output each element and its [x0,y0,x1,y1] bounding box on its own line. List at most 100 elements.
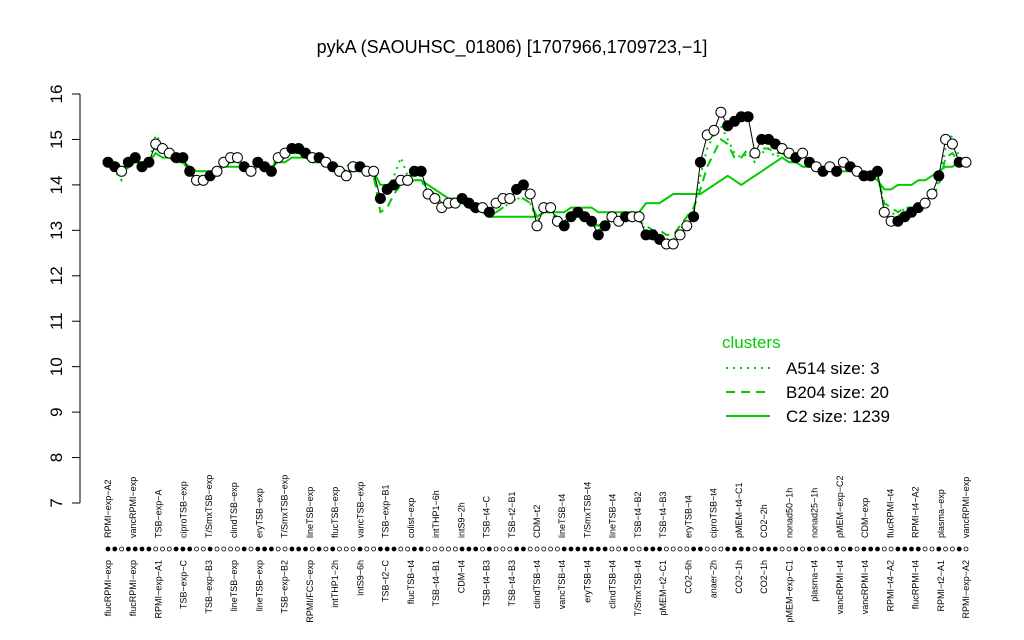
x-tick-label: T/SmxTSB−exp [204,475,214,538]
rug-mark [105,546,111,552]
y-tick-label: 15 [47,130,66,149]
data-point [265,165,277,177]
rug-mark [275,546,281,552]
x-tick-label: eryTSB−exp [254,488,264,538]
rug-mark [221,546,227,552]
rug-mark [595,546,601,552]
rug-mark [432,546,438,552]
x-tick-label: T/SmxTSB−t4 [633,560,643,616]
x-tick-label: pMEM−exp−C2 [835,475,845,538]
x-tick-label: lineTSB−exp [254,560,264,611]
rug-mark [166,546,172,552]
rug-mark [289,546,295,552]
x-tick-label: flucTSB−t4 [406,560,416,604]
y-tick-label: 9 [47,407,66,416]
x-tick-label: TSB−t4−B3 [658,491,668,538]
rug-mark [112,546,118,552]
x-tick-label: intTHP1−6h [431,490,441,538]
rug-mark [180,546,186,552]
data-point [245,165,257,177]
rug-mark [466,546,472,552]
rug-mark [909,546,914,552]
data-point [374,193,386,204]
data-point [483,206,495,218]
data-point [599,220,611,232]
rug-mark [738,546,744,552]
rug-mark [888,546,894,552]
rug-mark [963,546,969,552]
rug-mark [241,546,247,552]
rug-mark [589,546,594,552]
expression-chart: pykA (SAOUHSC_01806) [1707966,1709723,−1… [47,37,972,623]
x-tick-label: pMEM−exp−C1 [784,560,794,623]
rug-mark [132,546,138,552]
x-tick-label: TSB−t2−B1 [507,491,517,538]
rug-mark [541,546,547,552]
x-top-labels: RPMI−exp−A2 vancRPMI−exp TSB−exp−A ciproTSB… [103,475,971,538]
rug-mark [881,546,887,552]
x-tick-label: RPMI−exp−A2 [103,479,113,538]
rug-mark [234,546,240,552]
rug-mark [854,546,860,552]
rug-mark [684,546,690,552]
rug-mark [330,546,336,552]
rug-mark [493,546,499,552]
rug-mark [711,546,717,552]
rug-mark [718,546,724,552]
data-point [545,202,557,214]
rug-mark [255,546,261,552]
x-tick-label: anaer−2h [709,560,719,598]
rug-mark [936,546,942,552]
rug-mark [452,546,458,552]
rug-mark [772,546,778,552]
rug-mark [473,546,479,552]
data-point [946,138,958,150]
rug-mark [841,546,846,552]
rug-mark [486,546,492,552]
data-point [504,193,516,204]
rug-mark [548,546,553,552]
x-tick-label: TSB−t4−B3 [482,560,492,607]
data-point [667,238,679,250]
data-point [517,179,529,191]
x-tick-label: vancRPMI−t4 [860,560,870,614]
rug-mark [793,546,799,552]
rug-mark [834,546,839,552]
rug-mark [248,546,254,552]
rug-mark [650,546,656,552]
x-tick-label: eryTSB−t4 [683,495,693,538]
data-point [531,220,543,232]
y-tick-label: 8 [47,453,66,462]
x-tick-label: lineTSB−t4 [557,494,567,538]
rug-mark [364,546,370,552]
rug-mark [827,546,833,552]
rug-mark [670,546,676,552]
x-tick-label: TSB−t4−B3 [507,560,517,607]
data-point [402,174,414,186]
rug-mark [500,546,506,552]
rug-mark [534,546,540,552]
data-point [749,147,761,159]
data-point [674,229,686,241]
y-tick-label: 7 [47,498,66,507]
rug-mark [609,546,615,552]
rug-mark [214,546,220,552]
rug-mark [698,546,703,552]
x-tick-label: ciproTSB−exp [179,481,189,538]
y-tick-label: 10 [47,357,66,376]
y-tick-label: 11 [47,312,66,330]
data-point [715,106,727,118]
data-point [681,220,693,232]
rug-mark [343,546,349,552]
rug-mark [902,546,908,552]
rug-mark [425,546,431,552]
rug-mark [779,546,785,552]
x-tick-label: TSB−exp−C [179,560,189,610]
rug-mark [575,546,581,552]
rug-mark [323,546,329,552]
x-tick-label: flucRPMI−t4 [911,560,921,609]
data-point [797,147,809,159]
x-tick-label: plasma−exp [936,489,946,538]
x-tick-label: vancTSB−exp [355,482,365,538]
rug-mark [146,546,152,552]
